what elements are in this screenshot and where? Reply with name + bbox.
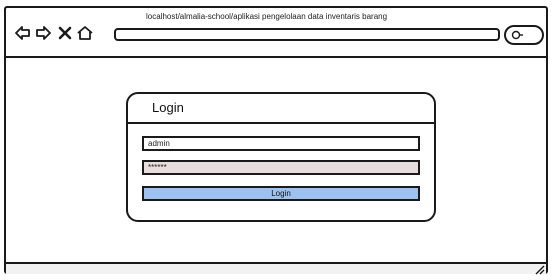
login-button[interactable]: Login <box>142 186 420 201</box>
page-url-title: localhost/almalia-school/aplikasi pengel… <box>146 12 388 21</box>
login-card: Login Login <box>126 92 436 222</box>
username-field[interactable] <box>142 136 420 151</box>
search-icon <box>511 30 523 40</box>
card-header: Login <box>128 94 434 124</box>
status-bar <box>6 262 546 274</box>
search-button[interactable] <box>504 25 544 45</box>
back-arrow-icon[interactable] <box>14 24 32 42</box>
forward-arrow-icon[interactable] <box>34 24 52 42</box>
address-bar[interactable] <box>114 28 500 41</box>
home-icon[interactable] <box>76 24 94 42</box>
card-title: Login <box>152 100 184 115</box>
toolbar-divider <box>6 56 546 58</box>
close-x-icon[interactable] <box>56 24 74 42</box>
password-field[interactable] <box>142 160 420 175</box>
resize-grip-icon[interactable] <box>534 262 546 275</box>
